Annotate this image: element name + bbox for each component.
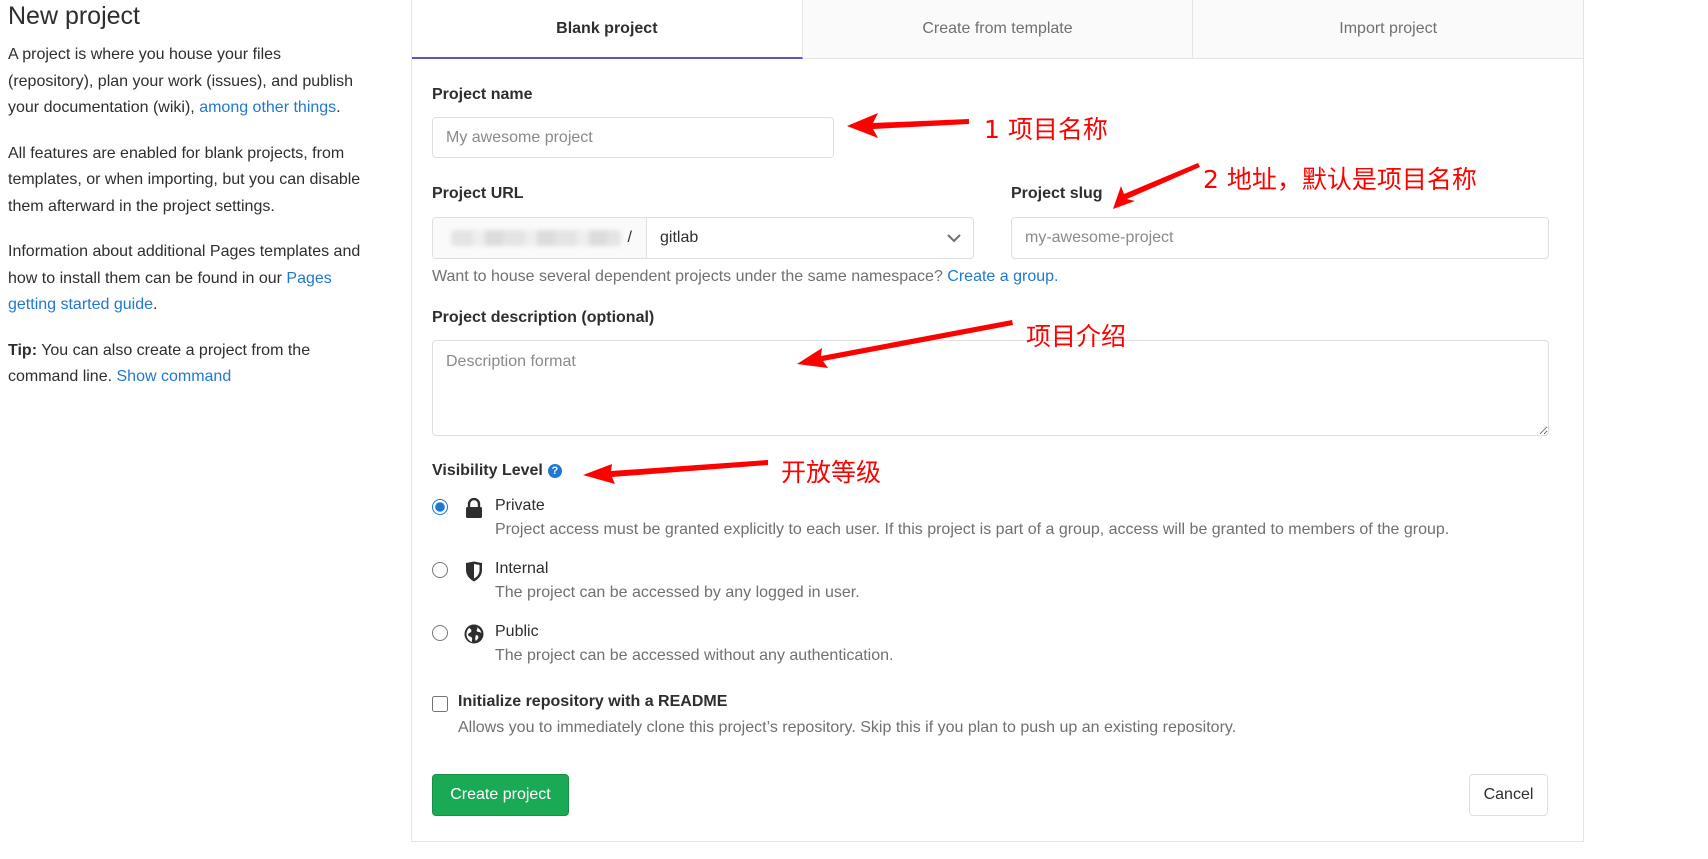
internal-description: The project can be accessed by any logge…	[495, 584, 860, 601]
project-tabs: Blank project Create from template Impor…	[412, 0, 1583, 59]
cancel-button[interactable]: Cancel	[1469, 774, 1548, 816]
private-title: Private	[495, 497, 545, 514]
public-title: Public	[495, 623, 539, 640]
readme-checkbox[interactable]	[432, 696, 448, 712]
project-url-prefix: /	[433, 218, 647, 258]
annotation-project-description: 项目介绍	[1026, 322, 1127, 351]
public-radio[interactable]	[432, 625, 448, 641]
lock-icon	[464, 497, 484, 519]
redacted-url	[451, 230, 621, 246]
public-description: The project can be accessed without any …	[495, 647, 894, 664]
show-command-link[interactable]: Show command	[117, 368, 232, 385]
project-slug-input[interactable]	[1011, 217, 1549, 259]
annotation-visibility-level: 开放等级	[781, 458, 882, 487]
create-project-button[interactable]: Create project	[432, 774, 569, 816]
private-radio[interactable]	[432, 499, 448, 515]
page: New project A project is where you house…	[0, 0, 1708, 859]
shield-icon	[464, 560, 484, 582]
page-title: New project	[8, 2, 140, 30]
readme-description: Allows you to immediately clone this pro…	[458, 719, 1237, 736]
tab-blank-project[interactable]: Blank project	[412, 0, 803, 59]
visibility-level-label: Visibility Level?	[432, 462, 562, 480]
project-name-input[interactable]	[432, 117, 834, 158]
readme-title: Initialize repository with a README	[458, 693, 728, 710]
private-description: Project access must be granted explicitl…	[495, 521, 1450, 538]
tab-import-project[interactable]: Import project	[1193, 0, 1583, 58]
question-circle-icon[interactable]: ?	[547, 464, 562, 478]
info-paragraph-1: A project is where you house your files …	[8, 46, 354, 116]
project-description-label: Project description (optional)	[432, 309, 655, 326]
info-column: New project A project is where you house…	[8, 0, 368, 410]
internal-radio[interactable]	[432, 562, 448, 578]
info-tip: Tip: You can also create a project from …	[8, 341, 311, 386]
project-url-label: Project URL	[432, 185, 524, 202]
info-paragraph-2: All features are enabled for blank proje…	[8, 144, 361, 215]
among-other-things-link[interactable]: among other things	[199, 99, 336, 116]
globe-icon	[464, 623, 484, 645]
project-url-group: / gitlab	[432, 217, 974, 259]
info-paragraph-3: Information about additional Pages templ…	[8, 243, 361, 313]
project-name-label: Project name	[432, 86, 533, 103]
project-description-textarea[interactable]	[432, 340, 1549, 436]
namespace-select[interactable]: gitlab	[647, 218, 973, 258]
create-group-link[interactable]: Create a group.	[947, 268, 1058, 285]
annotation-project-name: 1 项目名称	[984, 115, 1108, 144]
tab-create-from-template[interactable]: Create from template	[803, 0, 1194, 58]
internal-title: Internal	[495, 560, 549, 577]
annotation-project-slug: 2 地址，默认是项目名称	[1203, 165, 1477, 194]
project-slug-label: Project slug	[1011, 185, 1103, 202]
namespace-help-text: Want to house several dependent projects…	[432, 268, 1059, 285]
chevron-down-icon	[947, 231, 961, 246]
